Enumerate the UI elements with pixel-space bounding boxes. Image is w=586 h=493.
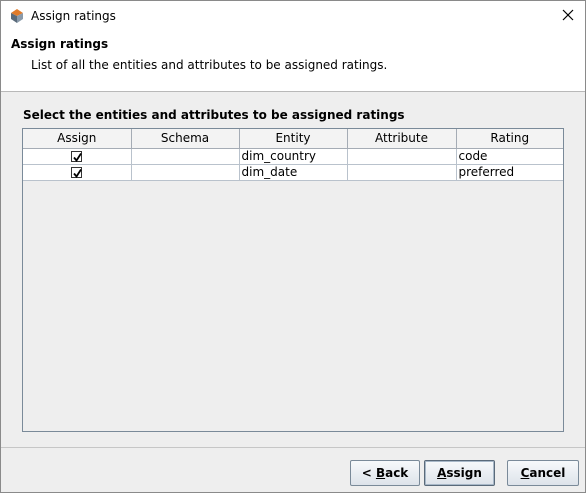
column-header-attribute[interactable]: Attribute xyxy=(347,129,457,149)
assign-checkbox[interactable] xyxy=(71,167,83,179)
rating-cell[interactable]: preferred xyxy=(456,164,563,181)
column-header-schema[interactable]: Schema xyxy=(131,129,240,149)
assign-cell[interactable] xyxy=(23,164,132,181)
column-header-assign[interactable]: Assign xyxy=(23,129,132,149)
header-title: Assign ratings xyxy=(11,37,109,51)
schema-cell[interactable] xyxy=(131,148,240,165)
window-title: Assign ratings xyxy=(31,9,116,23)
back-button[interactable]: < Back xyxy=(350,460,420,486)
close-button[interactable] xyxy=(551,1,585,32)
section-title: Select the entities and attributes to be… xyxy=(23,108,405,122)
checkmark-icon xyxy=(73,153,83,163)
assign-button[interactable]: Assign xyxy=(424,460,495,486)
header-description: List of all the entities and attributes … xyxy=(31,58,388,72)
assign-cell[interactable] xyxy=(23,148,132,165)
column-header-entity[interactable]: Entity xyxy=(239,129,348,149)
ratings-table: Assign Schema Entity Attribute Rating di… xyxy=(23,129,563,181)
footer-separator xyxy=(1,447,585,448)
column-header-rating[interactable]: Rating xyxy=(456,129,563,149)
checkmark-icon xyxy=(73,169,83,179)
close-icon xyxy=(562,9,574,24)
table-row[interactable]: dim_country code xyxy=(23,148,563,165)
ratings-table-panel: Assign Schema Entity Attribute Rating di… xyxy=(22,128,564,432)
schema-cell[interactable] xyxy=(131,164,240,181)
dialog-header: Assign ratings List of all the entities … xyxy=(1,32,585,92)
app-icon xyxy=(9,8,25,24)
entity-cell[interactable]: dim_country xyxy=(239,148,348,165)
table-row[interactable]: dim_date preferred xyxy=(23,164,563,181)
entity-cell[interactable]: dim_date xyxy=(239,164,348,181)
table-header-row: Assign Schema Entity Attribute Rating xyxy=(23,129,563,149)
attribute-cell[interactable] xyxy=(347,148,457,165)
cancel-button[interactable]: Cancel xyxy=(507,460,579,486)
attribute-cell[interactable] xyxy=(347,164,457,181)
rating-cell[interactable]: code xyxy=(456,148,563,165)
title-bar: Assign ratings xyxy=(1,1,585,32)
assign-ratings-dialog: Assign ratings Assign ratings List of al… xyxy=(0,0,586,493)
assign-checkbox[interactable] xyxy=(71,151,83,163)
